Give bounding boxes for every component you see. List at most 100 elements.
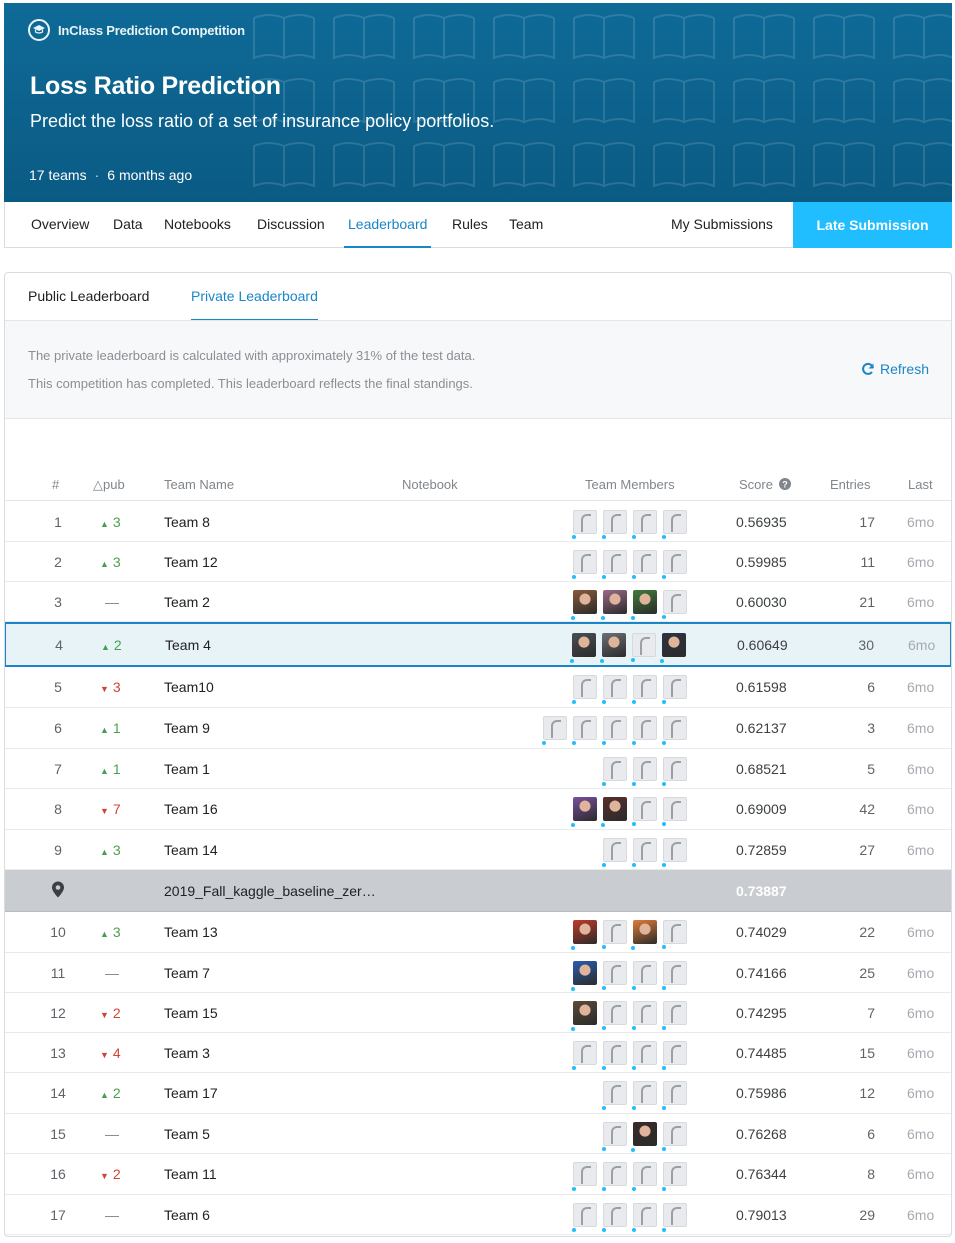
tab-public-leaderboard[interactable]: Public Leaderboard [28,273,149,320]
default-avatar-icon[interactable] [632,756,657,786]
default-avatar-icon[interactable] [602,837,627,867]
default-avatar-icon[interactable] [662,797,687,826]
default-avatar-icon[interactable] [602,716,627,745]
header-delta[interactable]: △pub [93,477,125,493]
avatar[interactable] [600,632,626,663]
default-avatar-icon[interactable] [632,716,657,745]
default-avatar-icon[interactable] [602,920,627,949]
team-name[interactable]: Team 15 [164,1005,218,1021]
default-avatar-icon[interactable] [602,675,627,704]
leaderboard-row[interactable]: 15 — Team 5 0.76268 6 6mo [5,1114,951,1154]
leaderboard-row[interactable]: 5 ▼ 3 Team10 0.61598 6 6mo [5,667,951,708]
leaderboard-row[interactable]: 11 — Team 7 0.74166 25 6mo [5,953,951,993]
default-avatar-icon[interactable] [572,1040,597,1070]
default-avatar-icon[interactable] [602,1121,627,1151]
tab-private-leaderboard[interactable]: Private Leaderboard [191,273,318,321]
default-avatar-icon[interactable] [662,920,687,949]
default-avatar-icon[interactable] [602,1202,627,1232]
tab-notebooks[interactable]: Notebooks [164,202,231,247]
team-name[interactable]: Team 4 [165,637,211,653]
header-last[interactable]: Last [908,477,933,492]
default-avatar-icon[interactable] [632,1040,657,1070]
default-avatar-icon[interactable] [572,549,597,579]
default-avatar-icon[interactable] [632,960,657,990]
baseline-row[interactable]: 2019_Fall_kaggle_baseline_zer… 0.73887 [5,870,951,912]
header-rank[interactable]: # [52,477,59,492]
leaderboard-row[interactable]: 9 ▲ 3 Team 14 0.72859 27 6mo [5,830,951,870]
late-submission-button[interactable]: Late Submission [793,202,952,248]
team-name[interactable]: Team 16 [164,801,218,817]
leaderboard-row[interactable]: 1 ▲ 3 Team 8 0.56935 17 6mo [5,502,951,542]
default-avatar-icon[interactable] [662,1162,687,1191]
leaderboard-row[interactable]: 6 ▲ 1 Team 9 0.62137 3 6mo [5,708,951,749]
default-avatar-icon[interactable] [631,632,656,662]
default-avatar-icon[interactable] [662,1081,687,1110]
default-avatar-icon[interactable] [602,960,627,990]
default-avatar-icon[interactable] [542,716,567,745]
tab-data[interactable]: Data [113,202,143,247]
question-circle-icon[interactable]: ? [778,478,791,490]
default-avatar-icon[interactable] [632,1000,657,1030]
default-avatar-icon[interactable] [662,509,687,539]
default-avatar-icon[interactable] [662,716,687,745]
default-avatar-icon[interactable] [632,1162,657,1191]
team-name[interactable]: Team 9 [164,720,210,736]
default-avatar-icon[interactable] [662,960,687,990]
team-name[interactable]: Team 17 [164,1085,218,1101]
default-avatar-icon[interactable] [632,1081,657,1110]
team-name[interactable]: Team 14 [164,842,218,858]
team-name[interactable]: Team 7 [164,965,210,981]
default-avatar-icon[interactable] [662,837,687,867]
header-entries[interactable]: Entries [830,477,870,492]
default-avatar-icon[interactable] [662,589,687,619]
default-avatar-icon[interactable] [662,1202,687,1232]
leaderboard-row[interactable]: 13 ▼ 4 Team 3 0.74485 15 6mo [5,1033,951,1073]
team-name[interactable]: Team 13 [164,924,218,940]
avatar[interactable] [631,920,657,950]
team-name[interactable]: Team 12 [164,554,218,570]
tab-rules[interactable]: Rules [452,202,488,247]
leaderboard-row[interactable]: 3 — Team 2 0.60030 21 6mo [5,582,951,622]
default-avatar-icon[interactable] [602,1000,627,1030]
tab-leaderboard[interactable]: Leaderboard [343,202,432,248]
team-name[interactable]: Team 1 [164,761,210,777]
avatar[interactable] [631,589,657,620]
default-avatar-icon[interactable] [572,1202,597,1232]
leaderboard-row[interactable]: 8 ▼ 7 Team 16 0.69009 42 6mo [5,789,951,830]
leaderboard-row[interactable]: 14 ▲ 2 Team 17 0.75986 12 6mo [5,1073,951,1114]
avatar[interactable] [571,797,597,827]
team-name[interactable]: Team10 [164,679,214,695]
leaderboard-row[interactable]: 10 ▲ 3 Team 13 0.74029 22 6mo [5,912,951,953]
team-name[interactable]: Team 5 [164,1126,210,1142]
team-name[interactable]: Team 2 [164,594,210,610]
default-avatar-icon[interactable] [602,1081,627,1110]
team-name[interactable]: Team 11 [164,1166,217,1182]
leaderboard-row[interactable]: 4 ▲ 2 Team 4 0.60649 30 6mo [5,622,951,667]
default-avatar-icon[interactable] [572,1162,597,1191]
tab-team[interactable]: Team [509,202,543,247]
leaderboard-row[interactable]: 7 ▲ 1 Team 1 0.68521 5 6mo [5,749,951,789]
default-avatar-icon[interactable] [662,1121,687,1151]
avatar[interactable] [631,1121,657,1152]
default-avatar-icon[interactable] [602,509,627,539]
avatar[interactable] [601,589,627,620]
team-name[interactable]: Team 8 [164,514,210,530]
default-avatar-icon[interactable] [572,716,597,745]
default-avatar-icon[interactable] [662,1000,687,1030]
default-avatar-icon[interactable] [662,549,687,579]
refresh-button[interactable]: Refresh [861,361,929,377]
my-submissions-link[interactable]: My Submissions [671,202,773,247]
avatar[interactable] [571,589,597,620]
team-name[interactable]: Team 6 [164,1207,210,1223]
tab-overview[interactable]: Overview [31,202,89,247]
avatar[interactable] [571,1000,597,1031]
default-avatar-icon[interactable] [602,1162,627,1191]
leaderboard-row[interactable]: 17 — Team 6 0.79013 29 6mo [5,1195,951,1235]
leaderboard-row[interactable]: 16 ▼ 2 Team 11 0.76344 8 6mo [5,1154,951,1195]
default-avatar-icon[interactable] [602,1040,627,1070]
avatar[interactable] [601,797,627,827]
default-avatar-icon[interactable] [632,1202,657,1232]
default-avatar-icon[interactable] [632,837,657,867]
default-avatar-icon[interactable] [632,797,657,826]
team-name[interactable]: 2019_Fall_kaggle_baseline_zer… [164,883,376,899]
